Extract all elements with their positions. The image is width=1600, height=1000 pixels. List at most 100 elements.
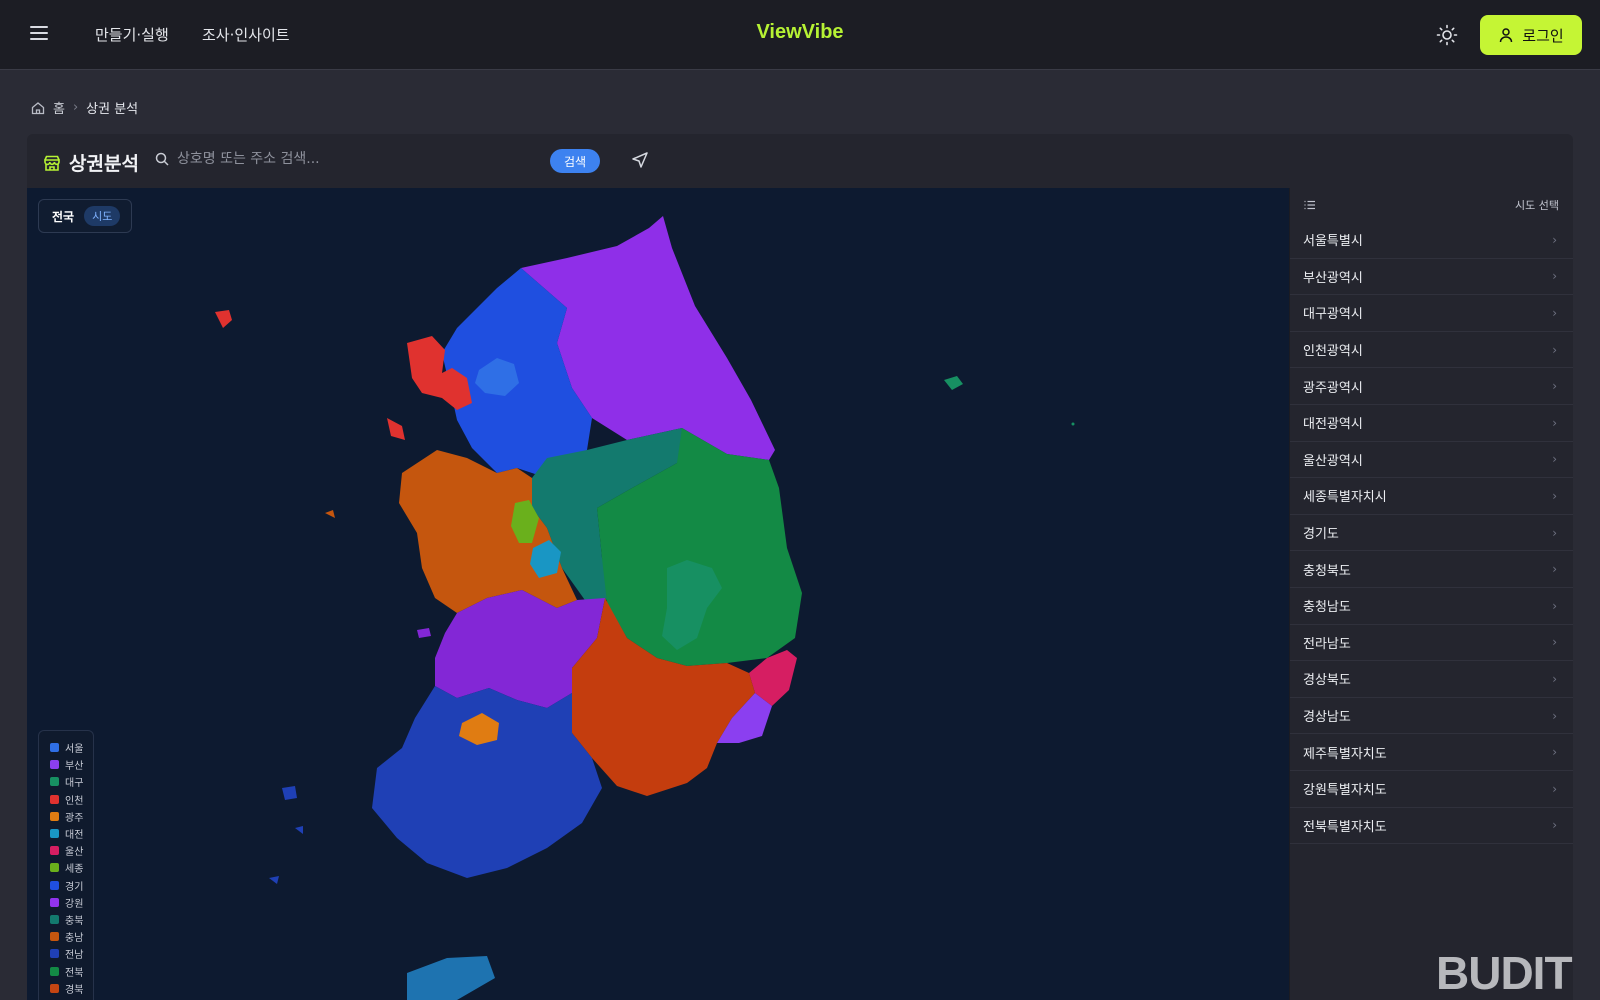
legend-item: 전남	[50, 945, 93, 962]
legend-item: 세종	[50, 859, 93, 876]
region-label: 제주특별자치도	[1303, 746, 1387, 762]
page-title: 상권분석	[69, 153, 139, 175]
search-icon	[155, 152, 169, 166]
region-label: 대구광역시	[1303, 307, 1363, 323]
nav-link-build-run[interactable]: 만들기·실행	[95, 24, 169, 45]
region-list-item[interactable]: 서울특별시 ›	[1290, 222, 1573, 259]
legend-swatch	[50, 863, 59, 873]
chevron-right-icon: ›	[1552, 635, 1557, 650]
region-list-item[interactable]: 강원특별자치도 ›	[1290, 771, 1573, 808]
region-label: 경기도	[1303, 527, 1339, 543]
region-label: 충청북도	[1303, 563, 1351, 579]
locate-navigation-icon[interactable]	[631, 151, 651, 171]
legend-swatch	[50, 880, 59, 890]
chevron-right-icon: ›	[1552, 488, 1557, 503]
legend-swatch	[50, 743, 59, 753]
home-icon[interactable]	[31, 101, 45, 115]
chevron-right-icon: ›	[1552, 342, 1557, 357]
nav-link-research-insight[interactable]: 조사·인사이트	[202, 24, 290, 45]
region-label: 울산광역시	[1303, 453, 1363, 469]
legend-label: 충남	[65, 933, 84, 945]
legend-label: 충북	[65, 915, 84, 927]
chevron-right-icon: ›	[1552, 562, 1557, 577]
region-label: 광주광역시	[1303, 380, 1363, 396]
legend-item: 울산	[50, 842, 93, 859]
legend-item: 전북	[50, 962, 93, 979]
legend-label: 대구	[65, 778, 84, 790]
search-button[interactable]: 검색	[550, 149, 600, 173]
region-list-item[interactable]: 경상남도 ›	[1290, 698, 1573, 735]
theme-toggle-sun-icon[interactable]	[1436, 24, 1458, 46]
search-input[interactable]	[177, 151, 547, 167]
chevron-right-icon: ›	[1552, 415, 1557, 430]
scope-indicator: 전국 시도	[38, 199, 132, 233]
legend-item: 서울	[50, 739, 93, 756]
region-list-item[interactable]: 제주특별자치도 ›	[1290, 734, 1573, 771]
region-list-item[interactable]: 울산광역시 ›	[1290, 442, 1573, 479]
scope-level-badge[interactable]: 시도	[84, 206, 121, 226]
chevron-right-icon: ›	[1552, 525, 1557, 540]
map-region-jeonnam	[372, 686, 602, 878]
chevron-right-icon: ›	[1552, 708, 1557, 723]
region-list-item[interactable]: 경기도 ›	[1290, 515, 1573, 552]
legend-swatch	[50, 914, 59, 924]
region-list-item[interactable]: 충청남도 ›	[1290, 588, 1573, 625]
chevron-right-icon: ›	[1552, 305, 1557, 320]
legend-item: 강원	[50, 894, 93, 911]
region-list-item[interactable]: 충청북도 ›	[1290, 551, 1573, 588]
chevron-right-icon: ›	[1552, 269, 1557, 284]
menu-icon[interactable]	[30, 24, 50, 42]
legend-item: 대전	[50, 825, 93, 842]
login-button[interactable]: 로그인	[1480, 15, 1582, 55]
legend-swatch	[50, 794, 59, 804]
region-label: 대전광역시	[1303, 417, 1363, 433]
legend-label: 강원	[65, 898, 84, 910]
legend-swatch	[50, 983, 59, 993]
legend-item: 부산	[50, 756, 93, 773]
region-label: 전라남도	[1303, 636, 1351, 652]
legend-swatch	[50, 829, 59, 839]
region-list-item[interactable]: 대구광역시 ›	[1290, 295, 1573, 332]
scope-label[interactable]: 전국	[52, 208, 74, 225]
legend-swatch	[50, 897, 59, 907]
region-list-item[interactable]: 부산광역시 ›	[1290, 259, 1573, 296]
legend-swatch	[50, 949, 59, 959]
region-sidebar: 시도 선택 서울특별시 › 부산광역시 › 대구광역시 › 인천광역시 › 광주광역시 › 대전광역…	[1289, 188, 1573, 1000]
chevron-right-icon: ›	[1552, 781, 1557, 796]
legend-swatch	[50, 760, 59, 770]
breadcrumb-current: 상권 분석	[86, 102, 139, 117]
legend-label: 전북	[65, 967, 84, 979]
legend-swatch	[50, 932, 59, 942]
korea-choropleth-map[interactable]	[27, 188, 1289, 1000]
chevron-right-icon: ›	[1552, 598, 1557, 613]
chevron-right-icon: ›	[72, 100, 79, 115]
legend-label: 대전	[65, 830, 84, 842]
breadcrumb-home[interactable]: 홈	[53, 98, 65, 117]
region-list-item[interactable]: 전라남도 ›	[1290, 625, 1573, 662]
legend-item: 대구	[50, 773, 93, 790]
brand-logo[interactable]: ViewVibe	[756, 21, 843, 43]
region-map[interactable]: 전국 시도 서울 부산 대구 인천 광주 대전 울산 세종 경기 강원 충북 충남 전남 전북 경북	[27, 188, 1289, 1000]
chevron-right-icon: ›	[1552, 232, 1557, 247]
legend-label: 세종	[65, 864, 84, 876]
chevron-right-icon: ›	[1552, 671, 1557, 686]
legend-item: 경북	[50, 980, 93, 997]
region-label: 경상남도	[1303, 710, 1351, 726]
legend-label: 경기	[65, 881, 84, 893]
legend-item: 경기	[50, 877, 93, 894]
chevron-right-icon: ›	[1552, 452, 1557, 467]
legend-item: 인천	[50, 791, 93, 808]
region-list-item[interactable]: 대전광역시 ›	[1290, 405, 1573, 442]
region-list-item[interactable]: 세종특별자치시 ›	[1290, 478, 1573, 515]
region-list-item[interactable]: 인천광역시 ›	[1290, 332, 1573, 369]
region-list-item[interactable]: 경상북도 ›	[1290, 661, 1573, 698]
legend-swatch	[50, 811, 59, 821]
card-header: 상권분석 검색	[27, 134, 1573, 188]
sidebar-title: 시도 선택	[1515, 199, 1559, 212]
login-label: 로그인	[1522, 26, 1564, 45]
map-region-jeju	[407, 956, 495, 1000]
region-list-item[interactable]: 광주광역시 ›	[1290, 368, 1573, 405]
chevron-right-icon: ›	[1552, 745, 1557, 760]
region-list-item[interactable]: 전북특별자치도 ›	[1290, 808, 1573, 845]
breadcrumb: 홈 › 상권 분석	[31, 98, 138, 117]
